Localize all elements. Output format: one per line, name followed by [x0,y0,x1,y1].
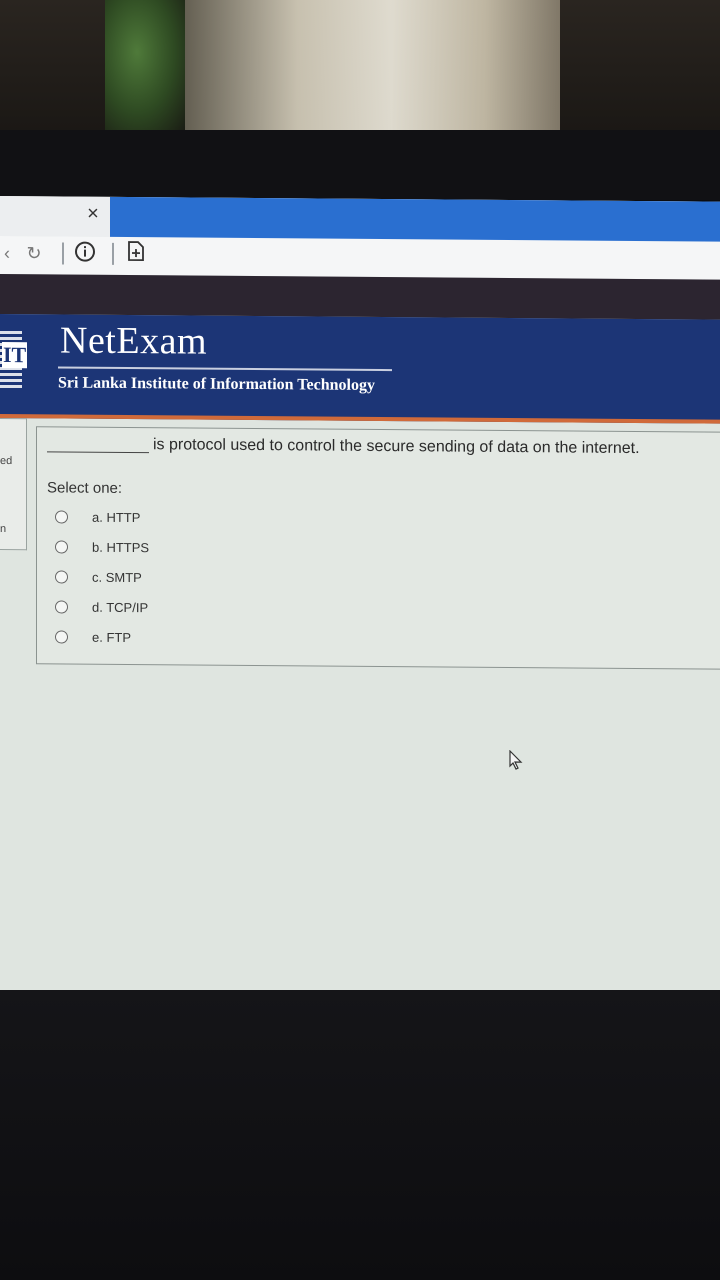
option-b[interactable]: b. HTTPS [55,535,149,558]
site-header: IT NetExam Sri Lanka Institute of Inform… [0,314,720,424]
answer-blank [47,451,149,454]
option-label: e. FTP [92,629,132,645]
quiz-navigation-panel: ed n [0,418,27,551]
radio-button[interactable] [55,509,68,524]
site-title[interactable]: NetExam [60,318,207,363]
option-a[interactable]: a. HTTP [55,505,140,528]
radio-button[interactable] [55,599,68,614]
monitor-bottom-bezel [0,990,720,1280]
monitor-top-bezel [0,130,720,200]
screen: × ‹ ↻ IT NetExam Sri Lanka Institute of … [0,196,720,1002]
radio-button[interactable] [55,539,68,554]
radio-button[interactable] [55,629,68,644]
separator [62,242,64,265]
option-label: d. TCP/IP [92,599,149,615]
background-photo [0,0,720,200]
separator [112,242,114,265]
radio-button[interactable] [55,569,68,584]
option-c[interactable]: c. SMTP [55,565,142,588]
title-divider [58,366,392,372]
option-d[interactable]: d. TCP/IP [55,595,148,618]
rail-text-fragment: n [0,523,7,536]
option-label: c. SMTP [92,569,142,585]
option-label: a. HTTP [92,509,141,525]
window-light [185,0,560,135]
option-e[interactable]: e. FTP [55,625,131,648]
info-icon[interactable] [72,241,98,267]
toolbar-band [0,274,720,320]
logo-text: IT [2,342,28,369]
back-icon[interactable]: ‹ [0,240,14,266]
close-tab-button[interactable]: × [82,201,104,227]
mouse-cursor-icon [508,749,524,775]
document-icon[interactable] [124,241,148,267]
select-one-label: Select one: [47,479,123,497]
question-text: is protocol used to control the secure s… [153,436,640,458]
refresh-icon[interactable]: ↻ [24,240,44,266]
institute-name: Sri Lanka Institute of Information Techn… [58,374,375,394]
rail-text-fragment: ed [0,455,13,468]
option-label: b. HTTPS [92,539,150,555]
question-card: is protocol used to control the secure s… [36,426,720,670]
plant [105,0,185,130]
